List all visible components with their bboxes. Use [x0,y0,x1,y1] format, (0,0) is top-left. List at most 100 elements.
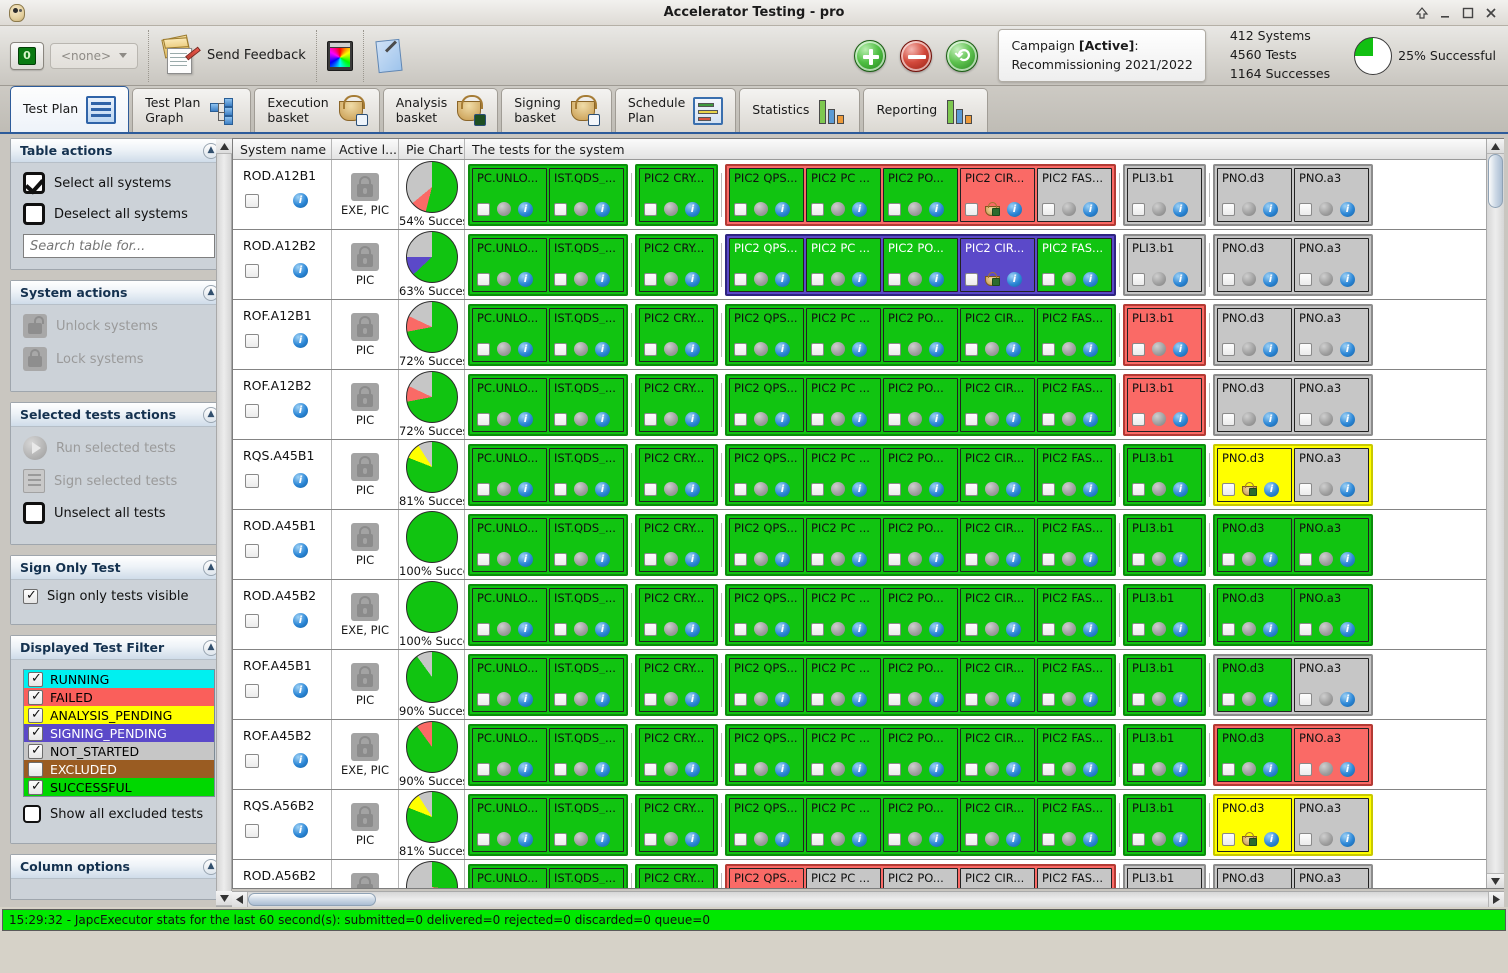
info-icon[interactable]: i [1340,831,1355,847]
test-cell[interactable]: PIC2 PO... i [883,237,958,292]
test-cell[interactable]: PIC2 QPS... i [729,727,804,782]
test-select-checkbox[interactable] [554,202,567,216]
test-cell[interactable]: PIC2 FAS... i [1037,307,1112,362]
table-row[interactable]: ROF.A12B1iPIC72% SuccessfulPC.UNLO...iIS… [233,300,1486,370]
tab-schedule-plan[interactable]: Schedule Plan [614,88,737,132]
test-select-checkbox[interactable] [1222,202,1235,216]
test-cell[interactable]: PIC2 PC ...i [806,447,881,502]
test-cell[interactable]: PC.UNLO... i [472,377,547,432]
filter-row-analysis_pending[interactable]: ANALYSIS_PENDING [24,706,214,724]
info-icon[interactable]: i [1083,621,1098,637]
test-select-checkbox[interactable] [734,272,747,286]
info-icon[interactable]: i [852,411,867,427]
test-select-checkbox[interactable] [1299,552,1312,566]
info-icon[interactable]: i [293,753,308,768]
test-cell[interactable]: PLI3.b1 i [1127,517,1202,572]
test-cell[interactable]: PIC2 CRY... i [639,447,714,502]
test-cell[interactable]: PLI3.b1 i [1127,307,1202,362]
test-select-checkbox[interactable] [811,412,824,426]
test-select-checkbox[interactable] [734,622,747,636]
test-cell[interactable]: PIC2 CIR...i [960,867,1035,888]
test-cell[interactable]: PIC2 PC ...i [806,867,881,888]
toolbar-group-notepad[interactable] [370,30,408,82]
test-cell[interactable]: PNO.d3 i [1217,517,1292,572]
test-select-checkbox[interactable] [554,832,567,846]
info-icon[interactable]: i [293,823,308,838]
test-select-checkbox[interactable] [965,762,978,776]
test-cell[interactable]: PIC2 CIR...i [960,797,1035,852]
info-icon[interactable]: i [1006,411,1021,427]
test-select-checkbox[interactable] [888,482,901,496]
test-cell[interactable]: PIC2 QPS... i [729,587,804,642]
info-icon[interactable]: i [595,271,610,287]
info-icon[interactable]: i [595,411,610,427]
row-select-checkbox[interactable] [245,193,259,208]
column-header-active-l[interactable]: Active l... [332,139,399,159]
test-cell[interactable]: PIC2 PC ...i [806,237,881,292]
info-icon[interactable]: i [775,691,790,707]
info-icon[interactable]: i [293,403,308,418]
info-icon[interactable]: i [852,761,867,777]
test-cell[interactable]: PNO.a3 i [1294,237,1369,292]
panel-header[interactable]: Sign Only Test ▲ [11,556,225,580]
test-cell[interactable]: PIC2 CIR...i [960,517,1035,572]
test-cell[interactable]: PIC2 CIR...i [960,167,1035,222]
test-cell[interactable]: PNO.a3 i [1294,377,1369,432]
test-cell[interactable]: PLI3.b1 i [1127,797,1202,852]
test-cell[interactable]: PLI3.b1 i [1127,167,1202,222]
row-select-checkbox[interactable] [245,473,259,488]
info-icon[interactable]: i [595,831,610,847]
sidebar-action-unselect-all-tests[interactable]: Unselect all tests [23,502,215,524]
info-icon[interactable]: i [1264,481,1279,497]
restore-up-icon[interactable] [1415,6,1429,20]
info-icon[interactable]: i [293,543,308,558]
info-icon[interactable]: i [1006,341,1021,357]
info-icon[interactable]: i [595,761,610,777]
test-cell[interactable]: PLI3.b1 i [1127,237,1202,292]
test-select-checkbox[interactable] [888,552,901,566]
tab-test-plan-graph[interactable]: Test Plan Graph [132,88,252,132]
filter-row-failed[interactable]: FAILED [24,688,214,706]
test-select-checkbox[interactable] [644,692,657,706]
test-cell[interactable]: PIC2 PC ...i [806,587,881,642]
info-icon[interactable]: i [1083,481,1098,497]
test-select-checkbox[interactable] [1132,552,1145,566]
test-select-checkbox[interactable] [811,622,824,636]
panel-header[interactable]: Column options ▲ [11,855,225,879]
test-select-checkbox[interactable] [1299,482,1312,496]
test-cell[interactable]: PIC2 PC ...i [806,307,881,362]
row-select-checkbox[interactable] [245,403,259,418]
add-button[interactable] [854,39,887,72]
test-cell[interactable]: PIC2 FAS... i [1037,377,1112,432]
test-cell[interactable]: IST.QDS_...i [549,377,624,432]
test-select-checkbox[interactable] [1042,412,1055,426]
test-cell[interactable]: PIC2 CRY... i [639,517,714,572]
table-row[interactable]: ROF.A45B2 i EXE, PIC 90% Successful PC.UNLO.… [233,720,1486,790]
test-select-checkbox[interactable] [965,342,978,356]
test-select-checkbox[interactable] [1222,762,1235,776]
test-select-checkbox[interactable] [1222,832,1235,846]
test-cell[interactable]: IST.QDS_...i [549,657,624,712]
test-cell[interactable]: PNO.d3 i [1217,167,1292,222]
test-cell[interactable]: PIC2 PO... i [883,657,958,712]
test-select-checkbox[interactable] [477,762,490,776]
info-icon[interactable]: i [1007,271,1022,287]
test-select-checkbox[interactable] [554,622,567,636]
info-icon[interactable]: i [1173,341,1188,357]
test-select-checkbox[interactable] [888,832,901,846]
table-hscroll-track[interactable] [248,892,1488,907]
test-select-checkbox[interactable] [1132,482,1145,496]
test-select-checkbox[interactable] [1042,622,1055,636]
test-select-checkbox[interactable] [1222,342,1235,356]
info-icon[interactable]: i [852,341,867,357]
test-cell[interactable]: PNO.d3 i [1217,657,1292,712]
test-cell[interactable]: PNO.d3 i [1217,377,1292,432]
test-cell[interactable]: PIC2 CRY... i [639,657,714,712]
info-icon[interactable]: i [929,831,944,847]
test-cell[interactable]: PC.UNLO... i [472,797,547,852]
filter-row-running[interactable]: RUNNING [24,670,214,688]
row-select-checkbox[interactable] [245,333,259,348]
info-icon[interactable]: i [852,831,867,847]
table-scroll-left-button[interactable] [232,892,248,907]
test-select-checkbox[interactable] [888,762,901,776]
